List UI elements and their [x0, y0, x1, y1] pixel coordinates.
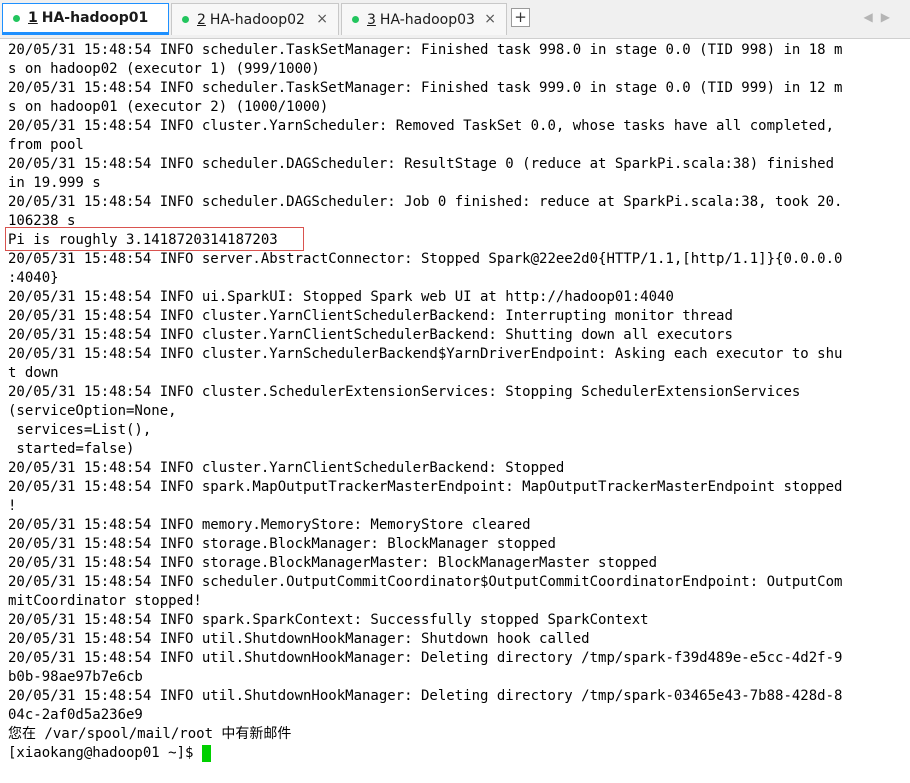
- shell-prompt-line[interactable]: [xiaokang@hadoop01 ~]$: [8, 744, 842, 763]
- terminal-line: 20/05/31 15:48:54 INFO cluster.YarnSched…: [8, 118, 835, 134]
- terminal-line: 20/05/31 15:48:54 INFO util.ShutdownHook…: [8, 631, 590, 647]
- mail-notice-line: 您在 /var/spool/mail/root 中有新邮件: [8, 726, 292, 742]
- terminal-line: :4040}: [8, 270, 59, 286]
- terminal-window: 1 HA-hadoop01 2 HA-hadoop02 × 3 HA-hadoo…: [0, 0, 910, 783]
- close-tab-icon[interactable]: ×: [484, 11, 496, 27]
- tab-ha-hadoop01[interactable]: 1 HA-hadoop01: [2, 3, 169, 35]
- text-cursor: [202, 745, 212, 762]
- tab-number: 1: [28, 10, 38, 26]
- terminal-line: 20/05/31 15:48:54 INFO scheduler.TaskSet…: [8, 80, 843, 96]
- terminal-line: 20/05/31 15:48:54 INFO ui.SparkUI: Stopp…: [8, 289, 674, 305]
- tab-scroll-left-icon[interactable]: ◀: [864, 10, 881, 24]
- shell-prompt: [xiaokang@hadoop01 ~]$: [8, 745, 194, 761]
- terminal-line: 20/05/31 15:48:54 INFO util.ShutdownHook…: [8, 688, 843, 704]
- terminal-line: 20/05/31 15:48:54 INFO scheduler.OutputC…: [8, 574, 843, 590]
- tab-ha-hadoop03[interactable]: 3 HA-hadoop03 ×: [341, 3, 507, 35]
- terminal-line: s on hadoop01 (executor 2) (1000/1000): [8, 99, 329, 115]
- terminal-line: 20/05/31 15:48:54 INFO util.ShutdownHook…: [8, 650, 843, 666]
- terminal-line: 20/05/31 15:48:54 INFO cluster.YarnClien…: [8, 460, 565, 476]
- terminal-line: 20/05/31 15:48:54 INFO storage.BlockMana…: [8, 536, 556, 552]
- tab-label: HA-hadoop01: [41, 10, 149, 26]
- terminal-line: b0b-98ae97b7e6cb: [8, 669, 143, 685]
- terminal-output[interactable]: 20/05/31 15:48:54 INFO scheduler.TaskSet…: [0, 39, 910, 783]
- terminal-line: 20/05/31 15:48:54 INFO scheduler.DAGSche…: [8, 156, 835, 172]
- terminal-line: 20/05/31 15:48:54 INFO cluster.YarnClien…: [8, 308, 733, 324]
- tab-scroll-right-icon[interactable]: ▶: [881, 10, 898, 24]
- close-tab-icon[interactable]: ×: [316, 11, 328, 27]
- connected-status-icon: [182, 16, 189, 23]
- tab-label: HA-hadoop03: [379, 11, 475, 28]
- terminal-line: 20/05/31 15:48:54 INFO memory.MemoryStor…: [8, 517, 531, 533]
- add-tab-button[interactable]: +: [511, 8, 530, 27]
- connected-status-icon: [13, 14, 20, 22]
- terminal-line: 20/05/31 15:48:54 INFO cluster.YarnSched…: [8, 346, 843, 362]
- terminal-line: services=List(),: [8, 422, 152, 438]
- terminal-line: 20/05/31 15:48:54 INFO server.AbstractCo…: [8, 251, 843, 267]
- terminal-line: 20/05/31 15:48:54 INFO spark.MapOutputTr…: [8, 479, 843, 495]
- terminal-line: 20/05/31 15:48:54 INFO scheduler.DAGSche…: [8, 194, 843, 210]
- connected-status-icon: [352, 16, 359, 23]
- tab-label: HA-hadoop02: [209, 11, 305, 28]
- terminal-line: 20/05/31 15:48:54 INFO cluster.Scheduler…: [8, 384, 801, 400]
- tab-number: 3: [367, 11, 376, 28]
- terminal-line: started=false): [8, 441, 135, 457]
- terminal-line: 20/05/31 15:48:54 INFO storage.BlockMana…: [8, 555, 658, 571]
- pi-result-line: Pi is roughly 3.1418720314187203: [8, 232, 278, 248]
- terminal-line: (serviceOption=None,: [8, 403, 177, 419]
- tab-ha-hadoop02[interactable]: 2 HA-hadoop02 ×: [171, 3, 339, 35]
- session-tab-bar: 1 HA-hadoop01 2 HA-hadoop02 × 3 HA-hadoo…: [0, 0, 910, 39]
- terminal-line: 04c-2af0d5a236e9: [8, 707, 143, 723]
- terminal-line: 106238 s: [8, 213, 76, 229]
- terminal-line: t down: [8, 365, 59, 381]
- terminal-line: 20/05/31 15:48:54 INFO cluster.YarnClien…: [8, 327, 733, 343]
- terminal-line: 20/05/31 15:48:54 INFO scheduler.TaskSet…: [8, 42, 843, 58]
- terminal-line: !: [8, 498, 17, 514]
- terminal-line: in 19.999 s: [8, 175, 101, 191]
- terminal-line: mitCoordinator stopped!: [8, 593, 202, 609]
- terminal-lines: 20/05/31 15:48:54 INFO scheduler.TaskSet…: [8, 41, 842, 763]
- tab-number: 2: [197, 11, 206, 28]
- terminal-line: s on hadoop02 (executor 1) (999/1000): [8, 61, 320, 77]
- terminal-line: 20/05/31 15:48:54 INFO spark.SparkContex…: [8, 612, 649, 628]
- tab-scroll-arrows: ◀▶: [864, 10, 898, 24]
- terminal-line: from pool: [8, 137, 84, 153]
